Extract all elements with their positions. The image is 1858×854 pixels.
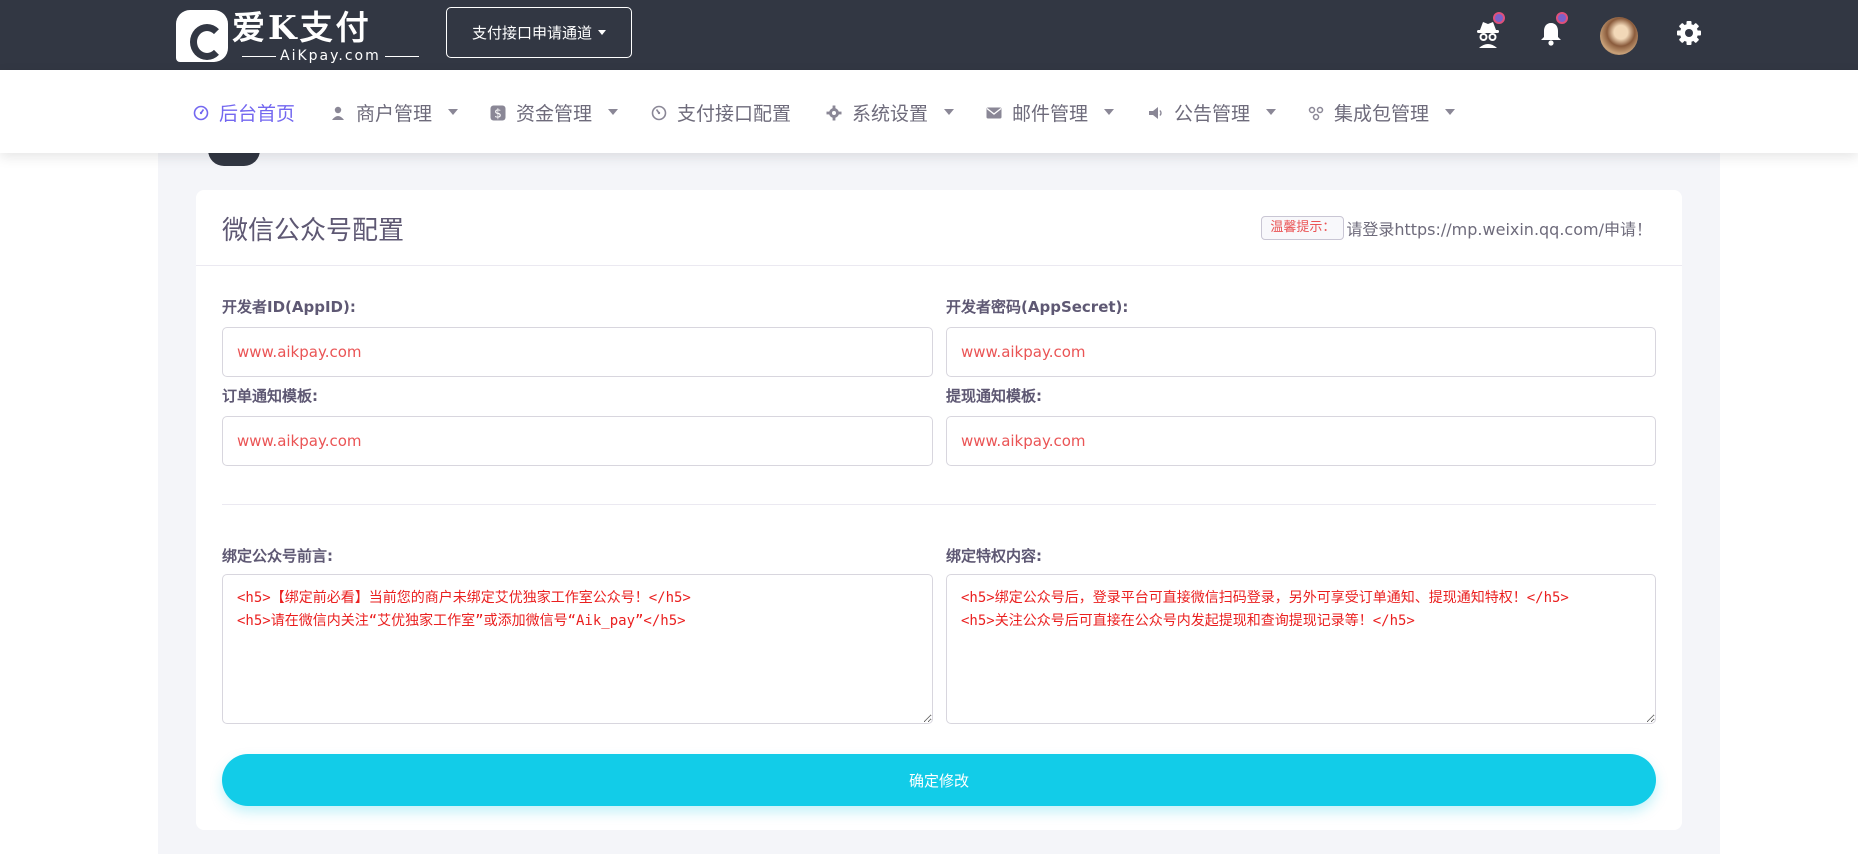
nav-item-funds[interactable]: $ 资金管理 <box>490 98 619 126</box>
nav-label: 邮件管理 <box>1012 102 1089 125</box>
brand-name: 爱K支付 <box>232 8 372 47</box>
nav-label: 资金管理 <box>516 102 593 125</box>
payment-channel-label: 支付接口申请通道 <box>471 25 592 42</box>
svg-text:$: $ <box>494 107 502 121</box>
payment-channel-dropdown-button[interactable]: 支付接口申请通道 <box>446 7 632 58</box>
nav-item-packages[interactable]: 集成包管理 <box>1308 98 1456 126</box>
wechat-config-card: 微信公众号配置 温馨提示： 请登录https://mp.weixin.qq.co… <box>196 190 1682 830</box>
nav-item-payment-config[interactable]: 支付接口配置 <box>651 98 791 126</box>
notification-dot <box>1556 12 1568 24</box>
chevron-down-icon <box>1445 109 1456 115</box>
notification-dot <box>1493 12 1505 24</box>
spy-icon[interactable] <box>1473 12 1505 48</box>
bind-preface-label: 绑定公众号前言: <box>222 547 333 565</box>
nav-label: 公告管理 <box>1174 102 1251 125</box>
dollar-icon: $ <box>490 104 506 121</box>
user-icon <box>330 104 346 120</box>
nav-label: 后台首页 <box>219 102 296 125</box>
nav-label: 商户管理 <box>356 102 433 125</box>
brand-subtitle: AiKpay.com <box>238 48 423 64</box>
megaphone-icon <box>1148 104 1164 120</box>
settings-gear-icon[interactable] <box>1674 18 1704 48</box>
logo-mark-icon <box>176 10 228 62</box>
chevron-down-icon <box>1104 109 1115 115</box>
chevron-down-icon <box>944 109 955 115</box>
hint-badge: 温馨提示： <box>1261 216 1345 240</box>
top-bar: 爱K支付 AiKpay.com 支付接口申请通道 <box>0 0 1858 70</box>
chevron-down-icon <box>608 109 619 115</box>
hint-text: 请登录https://mp.weixin.qq.com/申请！ <box>1346 220 1652 239</box>
bind-privilege-label: 绑定特权内容: <box>946 547 1042 565</box>
mail-icon <box>986 104 1002 120</box>
dashboard-icon <box>193 104 209 121</box>
withdraw-template-label: 提现通知模板: <box>946 387 1042 405</box>
package-icon <box>1308 104 1324 121</box>
nav-item-announcements[interactable]: 公告管理 <box>1148 98 1277 126</box>
nav-item-system-settings[interactable]: 系统设置 <box>826 98 955 126</box>
nav-item-merchants[interactable]: 商户管理 <box>330 98 459 126</box>
chevron-down-icon <box>1266 109 1277 115</box>
confirm-submit-button[interactable]: 确定修改 <box>222 754 1656 806</box>
appid-label: 开发者ID(AppID): <box>222 298 356 316</box>
order-template-label: 订单通知模板: <box>222 387 318 405</box>
page-title: 微信公众号配置 <box>222 216 405 246</box>
main-nav: 后台首页 商户管理 $ 资金管理 支付接口配置 系统设置 邮件管理 公告管理 集… <box>0 70 1858 153</box>
appid-input[interactable] <box>222 327 933 377</box>
appsecret-input[interactable] <box>946 327 1656 377</box>
bell-icon[interactable] <box>1536 12 1568 48</box>
card-header: 微信公众号配置 温馨提示： 请登录https://mp.weixin.qq.co… <box>196 190 1682 266</box>
nav-item-dashboard[interactable]: 后台首页 <box>193 98 295 126</box>
chevron-down-icon <box>598 30 606 35</box>
chevron-down-icon <box>448 109 459 115</box>
withdraw-template-input[interactable] <box>946 416 1656 466</box>
gauge-icon <box>651 104 667 121</box>
order-template-input[interactable] <box>222 416 933 466</box>
nav-label: 集成包管理 <box>1334 102 1430 125</box>
brand-logo[interactable]: 爱K支付 AiKpay.com <box>176 8 426 64</box>
gear-icon <box>826 104 842 121</box>
nav-item-mail[interactable]: 邮件管理 <box>986 98 1115 126</box>
nav-label: 支付接口配置 <box>677 102 792 125</box>
nav-label: 系统设置 <box>852 102 929 125</box>
bind-privilege-textarea[interactable]: <h5>绑定公众号后，登录平台可直接微信扫码登录，另外可享受订单通知、提现通知特… <box>946 574 1656 724</box>
divider <box>222 504 1656 505</box>
bind-preface-textarea[interactable]: <h5>【绑定前必看】当前您的商户未绑定艾优独家工作室公众号！</h5> <h5… <box>222 574 933 724</box>
hint-message: 温馨提示： 请登录https://mp.weixin.qq.com/申请！ <box>1261 216 1652 240</box>
avatar[interactable] <box>1600 17 1638 55</box>
appsecret-label: 开发者密码(AppSecret): <box>946 298 1129 316</box>
